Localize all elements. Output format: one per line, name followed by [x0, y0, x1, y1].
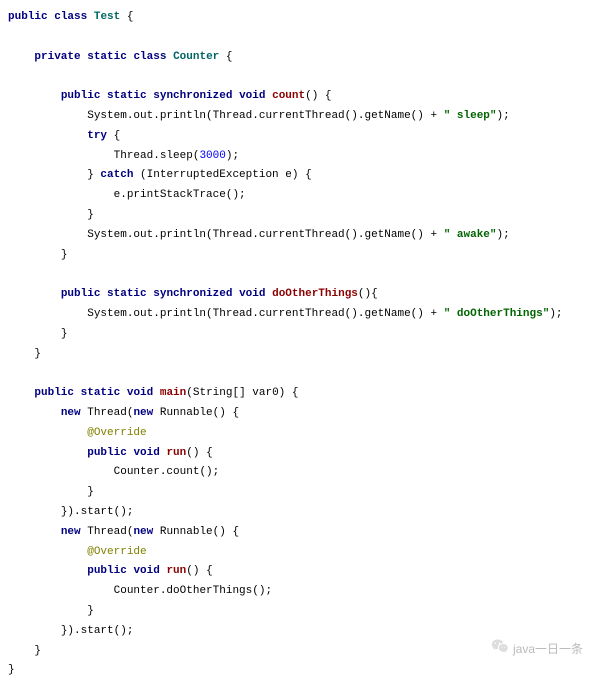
method-name: doOtherThings	[272, 288, 358, 300]
code-text: () {	[305, 90, 331, 102]
code-text: () {	[186, 565, 212, 577]
keyword: public	[87, 447, 127, 459]
code-text: System.out.println(Thread.currentThread(…	[87, 308, 443, 320]
keyword: new	[61, 407, 81, 419]
keyword: catch	[100, 169, 133, 181]
keyword: static	[107, 288, 147, 300]
code-text: );	[549, 308, 562, 320]
method-name: count	[272, 90, 305, 102]
code-text: }	[87, 209, 94, 221]
keyword: private	[34, 51, 80, 63]
code-text: Runnable() {	[153, 407, 239, 419]
string-literal: " sleep"	[444, 110, 497, 122]
code-text: }	[87, 605, 94, 617]
code-text: }	[8, 664, 15, 676]
method-name: run	[166, 447, 186, 459]
code-text: {	[219, 51, 232, 63]
code-text: Thread(	[81, 407, 134, 419]
code-text: }).start();	[61, 506, 134, 518]
keyword: public	[8, 11, 48, 23]
code-text: }	[87, 169, 100, 181]
code-text: System.out.println(Thread.currentThread(…	[87, 229, 443, 241]
keyword: void	[127, 387, 153, 399]
code-text: );	[497, 110, 510, 122]
code-text: Counter.doOtherThings();	[114, 585, 272, 597]
method-name: run	[166, 565, 186, 577]
keyword: public	[61, 288, 101, 300]
code-text: }	[34, 645, 41, 657]
keyword: public	[87, 565, 127, 577]
code-text: );	[226, 150, 239, 162]
keyword: synchronized	[153, 288, 232, 300]
keyword: void	[133, 565, 159, 577]
code-text: Counter.count();	[114, 466, 220, 478]
keyword: new	[133, 407, 153, 419]
keyword: class	[54, 11, 87, 23]
code-text: }	[61, 328, 68, 340]
code-text: }	[34, 348, 41, 360]
code-text: (InterruptedException e) {	[133, 169, 311, 181]
code-text: }	[61, 249, 68, 261]
class-name: Counter	[173, 51, 219, 63]
keyword: public	[61, 90, 101, 102]
annotation: @Override	[87, 546, 146, 558]
code-text: {	[120, 11, 133, 23]
keyword: void	[239, 288, 265, 300]
code-text: }).start();	[61, 625, 134, 637]
string-literal: " doOtherThings"	[444, 308, 550, 320]
code-text: Runnable() {	[153, 526, 239, 538]
keyword: void	[133, 447, 159, 459]
keyword: synchronized	[153, 90, 232, 102]
wechat-icon	[491, 638, 509, 661]
keyword: new	[61, 526, 81, 538]
keyword: static	[87, 51, 127, 63]
code-text: );	[497, 229, 510, 241]
keyword: class	[133, 51, 166, 63]
keyword: static	[107, 90, 147, 102]
method-name: main	[160, 387, 186, 399]
code-text: Thread.sleep(	[114, 150, 200, 162]
code-block: public class Test { private static class…	[8, 8, 593, 681]
keyword: new	[133, 526, 153, 538]
watermark-text: java一日一条	[513, 639, 583, 661]
code-text: (){	[358, 288, 378, 300]
class-name: Test	[94, 11, 120, 23]
code-text: () {	[186, 447, 212, 459]
code-text: System.out.println(Thread.currentThread(…	[87, 110, 443, 122]
code-text: e.printStackTrace();	[114, 189, 246, 201]
watermark: java一日一条	[491, 638, 583, 661]
annotation: @Override	[87, 427, 146, 439]
keyword: static	[81, 387, 121, 399]
keyword: public	[34, 387, 74, 399]
keyword: try	[87, 130, 107, 142]
number-literal: 3000	[199, 150, 225, 162]
code-text: {	[107, 130, 120, 142]
code-text: Thread(	[81, 526, 134, 538]
code-text: }	[87, 486, 94, 498]
string-literal: " awake"	[444, 229, 497, 241]
code-text: (String[] var0) {	[186, 387, 298, 399]
keyword: void	[239, 90, 265, 102]
